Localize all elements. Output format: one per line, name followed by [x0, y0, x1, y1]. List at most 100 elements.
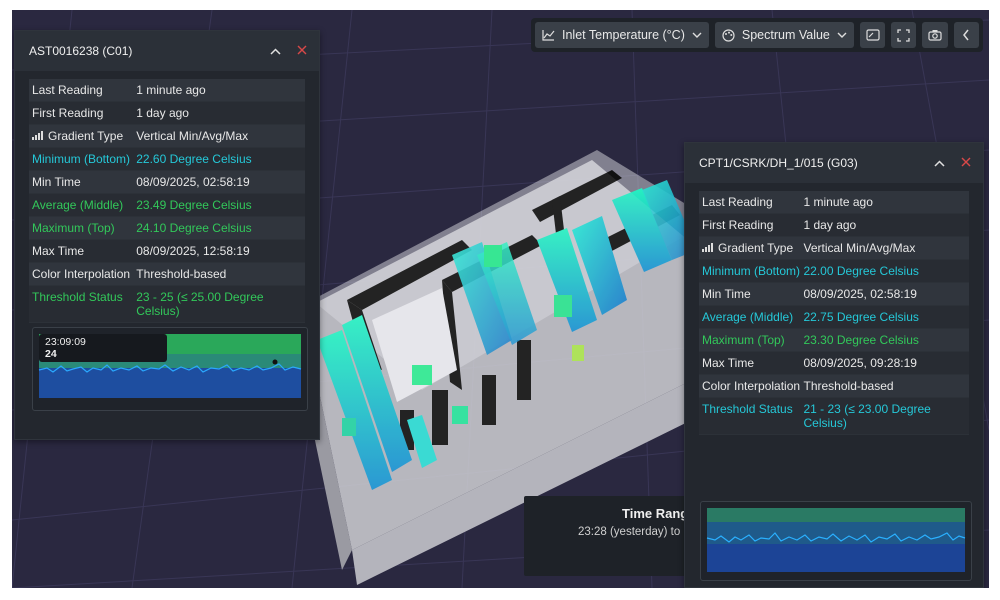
panel-header: CPT1/CSRK/DH_1/015 (G03) [685, 143, 983, 183]
info-key-label: Threshold Status [32, 290, 123, 304]
info-value: 08/09/2025, 09:28:19 [803, 356, 917, 370]
color-mode-label: Spectrum Value [741, 28, 830, 42]
info-row: Gradient Type Vertical Min/Avg/Max [699, 237, 969, 260]
info-key-label: Maximum (Top) [32, 221, 115, 235]
fullscreen-button[interactable] [891, 22, 917, 48]
info-key-label: Max Time [702, 356, 755, 370]
info-key: Maximum (Top) [29, 217, 136, 239]
info-value: 22.75 Degree Celsius [803, 310, 919, 324]
info-value: 08/09/2025, 12:58:19 [136, 244, 250, 258]
info-row: Last Reading 1 minute ago [29, 79, 305, 102]
camera-icon [928, 29, 942, 41]
panel-title: AST0016238 (C01) [29, 44, 133, 58]
info-row: Maximum (Top) 24.10 Degree Celsius [29, 217, 305, 240]
metric-select[interactable]: Inlet Temperature (°C) [535, 22, 709, 48]
info-value: Vertical Min/Avg/Max [803, 241, 916, 255]
viewer-toolbar: Inlet Temperature (°C) Spectrum Value [531, 18, 983, 52]
info-row: Average (Middle) 23.49 Degree Celsius [29, 194, 305, 217]
mini-trend-chart[interactable] [700, 501, 972, 581]
info-key-label: Min Time [32, 175, 81, 189]
info-key: Color Interpolation [29, 263, 136, 285]
line-chart-icon [542, 29, 555, 41]
screenshot-button[interactable] [922, 22, 948, 48]
info-key: Maximum (Top) [699, 329, 804, 351]
info-value: 23 - 25 (≤ 25.00 Degree Celsius) [136, 290, 264, 318]
bar-chart-icon [702, 241, 713, 255]
info-key: Minimum (Bottom) [29, 148, 136, 170]
info-row: Maximum (Top) 23.30 Degree Celsius [699, 329, 969, 352]
info-table: Last Reading 1 minute ago First Reading 1 d… [29, 79, 305, 323]
close-panel-button[interactable] [297, 44, 307, 58]
chevron-down-icon [692, 32, 702, 38]
info-key-label: Min Time [702, 287, 751, 301]
info-key-label: Color Interpolation [702, 379, 801, 393]
3d-viewport[interactable]: Inlet Temperature (°C) Spectrum Value AS… [12, 10, 989, 588]
panel-header: AST0016238 (C01) [15, 31, 319, 71]
metric-select-label: Inlet Temperature (°C) [562, 28, 685, 42]
info-row: Last Reading 1 minute ago [699, 191, 969, 214]
info-key-label: Minimum (Bottom) [702, 264, 801, 278]
info-row: Minimum (Bottom) 22.00 Degree Celsius [699, 260, 969, 283]
info-row: First Reading 1 day ago [699, 214, 969, 237]
info-value: 22.00 Degree Celsius [803, 264, 919, 278]
info-key-label: First Reading [32, 106, 104, 120]
hover-marker [272, 359, 278, 365]
info-key: Average (Middle) [29, 194, 136, 216]
close-panel-button[interactable] [961, 156, 971, 170]
time-range-title: Time Rang [622, 506, 689, 521]
threshold-band-high [707, 508, 965, 522]
info-key-label: Average (Middle) [702, 310, 794, 324]
info-key: Min Time [699, 283, 804, 305]
info-key: Max Time [699, 352, 804, 374]
info-value: 23.30 Degree Celsius [803, 333, 919, 347]
panel-title: CPT1/CSRK/DH_1/015 (G03) [699, 156, 858, 170]
info-value: 23.49 Degree Celsius [136, 198, 252, 212]
info-row: Min Time 08/09/2025, 02:58:19 [29, 171, 305, 194]
info-value: Threshold-based [803, 379, 894, 393]
time-range-subtitle: 23:28 (yesterday) to [578, 526, 681, 538]
info-value: 08/09/2025, 02:58:19 [803, 287, 917, 301]
chart-tooltip: 23:09:09 24 [39, 334, 167, 362]
info-key-label: Last Reading [32, 83, 103, 97]
info-value: 21 - 23 (≤ 23.00 Degree Celsius) [803, 402, 931, 430]
info-value: Threshold-based [136, 267, 227, 281]
info-row: Color Interpolation Threshold-based [699, 375, 969, 398]
info-value: 1 minute ago [136, 83, 206, 97]
collapse-panel-button[interactable] [934, 156, 945, 170]
info-key: Threshold Status [699, 398, 804, 434]
info-key: Gradient Type [29, 125, 136, 147]
info-value: 08/09/2025, 02:58:19 [136, 175, 250, 189]
info-row: Color Interpolation Threshold-based [29, 263, 305, 286]
chevron-left-icon [962, 29, 970, 41]
color-mode-select[interactable]: Spectrum Value [714, 22, 854, 48]
info-key-label: Gradient Type [718, 241, 794, 255]
info-key-label: Minimum (Bottom) [32, 152, 131, 166]
panel-view-icon [865, 29, 880, 41]
tooltip-time: 23:09:09 [45, 336, 86, 348]
time-range-card: Time Rang 23:28 (yesterday) to [524, 496, 694, 576]
view-toggle-button[interactable] [859, 22, 886, 48]
collapse-panel-button[interactable] [270, 44, 281, 58]
bar-chart-icon [32, 129, 43, 143]
threshold-band-mid [707, 522, 965, 544]
info-value: 1 day ago [136, 106, 189, 120]
palette-icon [722, 28, 735, 42]
mini-trend-chart[interactable]: 23:09:09 24 [32, 327, 308, 411]
info-row: Threshold Status 21 - 23 (≤ 23.00 Degree … [699, 398, 969, 435]
info-key: Color Interpolation [699, 375, 804, 397]
info-row: Threshold Status 23 - 25 (≤ 25.00 Degree … [29, 286, 305, 323]
info-value: Vertical Min/Avg/Max [136, 129, 249, 143]
tooltip-value: 24 [45, 348, 57, 360]
info-key: Last Reading [29, 79, 136, 101]
threshold-band-low [707, 544, 965, 572]
info-key-label: Threshold Status [702, 402, 793, 416]
threshold-band-low [39, 368, 301, 398]
info-key: Last Reading [699, 191, 804, 213]
info-key-label: Color Interpolation [32, 267, 131, 281]
info-key: Gradient Type [699, 237, 804, 259]
info-row: Minimum (Bottom) 22.60 Degree Celsius [29, 148, 305, 171]
info-row: Max Time 08/09/2025, 09:28:19 [699, 352, 969, 375]
collapse-toolbar-button[interactable] [953, 22, 980, 48]
info-row: Gradient Type Vertical Min/Avg/Max [29, 125, 305, 148]
info-table: Last Reading 1 minute ago First Reading 1 d… [699, 191, 969, 435]
